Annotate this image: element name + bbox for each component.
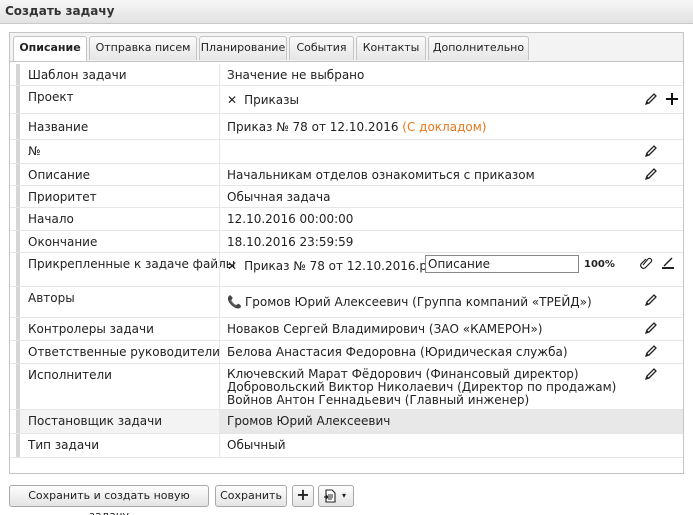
managers-value: Белова Анастасия Федоровна (Юридическая …	[227, 345, 568, 359]
save-button[interactable]: Сохранить	[215, 485, 287, 507]
row-priority: Приоритет Обычная задача	[10, 186, 683, 208]
field-label: Окончание	[28, 235, 98, 249]
upload-progress: 100%	[584, 259, 615, 270]
field-label: Тип задачи	[28, 438, 100, 452]
window-title: Создать задачу	[5, 4, 115, 18]
task-name-value: Приказ № 78 от 12.10.2016	[227, 120, 399, 134]
row-executors: Исполнители Ключевский Марат Фёдорович (…	[10, 364, 683, 410]
save-and-new-button[interactable]: Сохранить и создать новую задачу	[9, 485, 209, 515]
scanner-icon[interactable]	[661, 256, 675, 270]
row-name: Название Приказ № 78 от 12.10.2016 (С до…	[10, 114, 683, 140]
document-export-icon	[323, 489, 337, 503]
priority-select[interactable]: Обычная задача	[219, 186, 683, 207]
description-value: Начальникам отделов ознакомиться с прика…	[227, 168, 535, 182]
plus-icon[interactable]	[665, 92, 679, 106]
field-label: Контролеры задачи	[28, 322, 154, 336]
row-number: №	[10, 140, 683, 164]
controllers-value: Новаков Сергей Владимирович (ЗАО «КАМЕРО…	[227, 322, 543, 336]
start-date-field[interactable]: 12.10.2016 00:00:00	[219, 208, 683, 230]
end-date-field[interactable]: 18.10.2016 23:59:59	[219, 231, 683, 252]
tab-contacts[interactable]: Контакты	[356, 36, 426, 60]
tab-description[interactable]: Описание	[13, 36, 87, 61]
form-panel: Описание Отправка писем Планирование Соб…	[9, 32, 684, 474]
field-label: Название	[28, 120, 89, 134]
field-label: Начало	[28, 212, 74, 226]
pencil-icon[interactable]	[644, 167, 658, 181]
field-label: Приоритет	[28, 190, 97, 204]
row-managers: Ответственные руководители Белова Анаста…	[10, 341, 683, 364]
start-value: 12.10.2016 00:00:00	[227, 212, 354, 226]
tab-events[interactable]: События	[289, 36, 354, 60]
task-type-select[interactable]: Обычный	[219, 434, 683, 457]
row-controllers: Контролеры задачи Новаков Сергей Владими…	[10, 318, 683, 341]
pencil-icon[interactable]	[644, 92, 658, 106]
setter-value: Громов Юрий Алексеевич	[227, 414, 391, 428]
row-files: Прикрепленные к задаче файлы ✕ Приказ № 7…	[10, 253, 683, 287]
remove-project-icon[interactable]: ✕	[227, 93, 237, 107]
window-header: Создать задачу	[0, 0, 693, 24]
row-end: Окончание 18.10.2016 23:59:59	[10, 231, 683, 253]
field-label: №	[28, 144, 41, 158]
file-name[interactable]: Приказ № 78 от 12.10.2016.pdf	[244, 259, 439, 273]
field-label: Исполнители	[28, 368, 112, 382]
row-task-type: Тип задачи Обычный	[10, 434, 683, 458]
pencil-icon[interactable]	[644, 367, 658, 381]
tab-mailing[interactable]: Отправка писем	[89, 36, 197, 60]
tab-planning[interactable]: Планирование	[199, 36, 287, 60]
field-label: Шаблон задачи	[28, 68, 127, 82]
pencil-icon[interactable]	[644, 321, 658, 335]
plus-icon: +	[296, 485, 310, 504]
task-name-suffix: (С докладом)	[402, 120, 487, 134]
row-template: Шаблон задачи Значение не выбрано	[10, 64, 683, 86]
executor-item: Войнов Антон Геннадьевич (Главный инжене…	[227, 393, 530, 407]
row-setter: Постановщик задачи Громов Юрий Алексееви…	[10, 410, 683, 434]
pencil-icon[interactable]	[644, 344, 658, 358]
add-button[interactable]: +	[292, 485, 314, 507]
template-value: Значение не выбрано	[227, 68, 365, 82]
file-description-input[interactable]	[425, 255, 579, 273]
row-project: Проект ✕ Приказы	[10, 86, 683, 114]
priority-value: Обычная задача	[227, 190, 331, 204]
row-description: Описание Начальникам отделов ознакомитьс…	[10, 164, 683, 186]
phone-icon: 📞	[227, 295, 242, 309]
tab-additional[interactable]: Дополнительно	[428, 36, 529, 60]
paperclip-icon[interactable]	[639, 256, 653, 270]
dropdown-arrow-icon: ▾	[342, 491, 347, 500]
authors-value: Громов Юрий Алексеевич (Группа компаний …	[244, 295, 592, 309]
row-authors: Авторы 📞 Громов Юрий Алексеевич (Группа к…	[10, 287, 683, 318]
pencil-icon[interactable]	[644, 293, 658, 307]
field-label: Описание	[28, 168, 91, 182]
pencil-icon[interactable]	[644, 144, 658, 158]
task-type-value: Обычный	[227, 438, 286, 452]
template-select[interactable]: Значение не выбрано	[219, 64, 683, 85]
field-label: Постановщик задачи	[28, 414, 163, 428]
end-value: 18.10.2016 23:59:59	[227, 235, 354, 249]
field-label: Прикрепленные к задаче файлы	[28, 257, 236, 271]
field-label: Проект	[28, 90, 74, 104]
fields-grid: Шаблон задачи Значение не выбрано Проект…	[10, 61, 683, 473]
row-start: Начало 12.10.2016 00:00:00	[10, 208, 683, 231]
field-label: Авторы	[28, 291, 75, 305]
field-label: Ответственные руководители	[28, 345, 220, 359]
project-value: Приказы	[244, 93, 299, 107]
document-menu-button[interactable]: ▾	[318, 485, 354, 507]
remove-file-icon[interactable]: ✕	[227, 259, 237, 273]
